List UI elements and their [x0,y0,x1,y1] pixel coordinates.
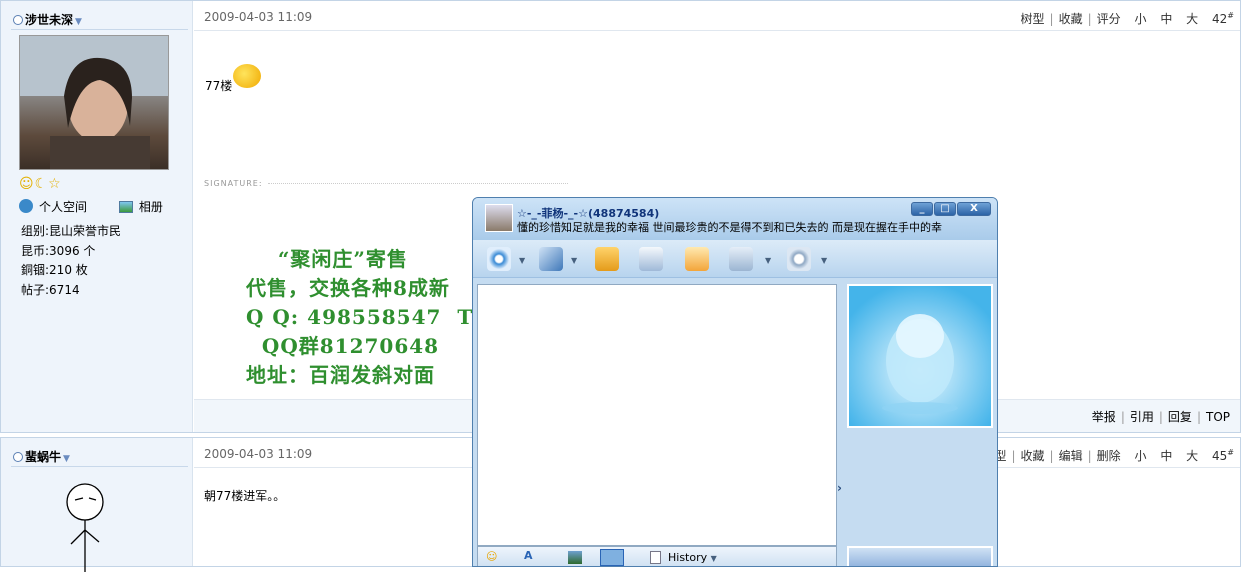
chevron-down-icon[interactable]: ▼ [571,256,577,265]
author-name[interactable]: 涉世未深 ▼ [13,11,82,28]
window-controls: _ □ X [910,200,991,216]
signature-divider [268,183,568,184]
signature-text: “聚闲庄”寄售 代售，交换各种8成新 Q Q: 498558547 TE QQ群81… [246,247,490,387]
rate-link[interactable]: 评分 [1097,12,1121,26]
post-actions: 举报 | 引用 | 回复 | TOP [1091,410,1230,424]
image-icon[interactable] [568,551,582,564]
font-small[interactable]: 小 [1134,449,1146,463]
mail-icon[interactable] [639,247,663,271]
floor-number: 42# [1212,11,1234,26]
divider [11,466,188,467]
chevron-down-icon[interactable]: ▼ [63,454,70,464]
chevron-down-icon[interactable]: ▼ [765,256,771,265]
tree-view-link[interactable]: 树型 [1021,12,1045,26]
author-name[interactable]: 蜚蜗牛 ▼ [13,448,70,465]
message-history-area[interactable] [477,284,837,546]
font-large[interactable]: 大 [1186,449,1198,463]
post-date: 2009-04-03 11:09 [204,10,313,24]
window-titlebar[interactable]: ☆-_-菲杨-_-☆(48874584) 懂的珍惜知足就是我的幸福 世间最珍贵的… [473,198,997,240]
top-link[interactable]: TOP [1206,410,1230,424]
medal-icons: ☺☾☆ [19,176,62,192]
online-status-icon [13,15,23,25]
delete-link[interactable]: 删除 [1097,449,1121,463]
report-link[interactable]: 举报 [1092,410,1116,424]
post-content: 77楼 [205,64,262,94]
author-sidebar: 涉世未深 ▼ ☺☾☆ 个人空间 相册 组别:昆山荣誉市民 昆币:3096 个 銅锢… [1,1,193,432]
apps-icon[interactable] [729,247,753,271]
space-icon [19,199,33,213]
post-tools: 树型|收藏|编辑|删除 小 中 大 45# [982,447,1234,464]
post-content: 朝77楼进军。。 [204,489,286,503]
online-status-icon [13,452,23,462]
qq-chat-window[interactable]: ☆-_-菲杨-_-☆(48874584) 懂的珍惜知足就是我的幸福 世间最珍贵的… [472,197,998,567]
stat-posts: 帖子:6714 [21,282,80,297]
favorite-link[interactable]: 收藏 [1021,449,1045,463]
maximize-button[interactable]: □ [934,202,956,216]
font-large[interactable]: 大 [1186,12,1198,26]
author-sidebar: 蜚蜗牛 ▼ [1,438,193,572]
font-icon[interactable]: A [524,549,533,562]
webcam-icon[interactable] [487,247,511,271]
microphone-icon[interactable] [539,247,563,271]
author-stats: 组别:昆山荣誉市民 昆币:3096 个 銅锢:210 枚 帖子:6714 [21,222,121,300]
screenshot-icon[interactable] [600,549,624,566]
font-small[interactable]: 小 [1134,12,1146,26]
folder-icon[interactable] [595,247,619,271]
favorite-link[interactable]: 收藏 [1059,12,1083,26]
chevron-down-icon[interactable]: ▼ [519,256,525,265]
stat-group: 组别:昆山荣誉市民 [21,224,122,238]
contact-show-image [847,284,993,428]
stat-coins: 昆币:3096 个 [21,243,96,258]
chat-bubble-icon[interactable] [685,247,709,271]
my-show-image [847,546,993,566]
avatar [19,35,169,170]
qq-penguin-icon [882,314,958,414]
album-link[interactable]: 相册 [118,200,177,214]
font-medium[interactable]: 中 [1160,449,1172,463]
history-icon [650,551,661,564]
quote-link[interactable]: 引用 [1130,410,1154,424]
post-date: 2009-04-03 11:09 [204,447,313,461]
font-medium[interactable]: 中 [1160,12,1172,26]
minimize-button[interactable]: _ [911,202,933,216]
floor-number: 45# [1212,448,1234,463]
reply-link[interactable]: 回复 [1168,410,1192,424]
smiley-icon [233,64,262,88]
input-toolbar: ☺ A History ▼ [477,546,837,566]
profile-links: 个人空间 相册 [19,198,191,215]
avatar-photo [20,36,168,169]
emoji-icon[interactable]: ☺ [486,550,497,563]
chevron-right-icon[interactable]: › [837,481,842,495]
post-header: 2009-04-03 11:09 树型 | 收藏 | 评分 小 中 大 42# [194,1,1240,31]
chevron-down-icon[interactable]: ▼ [821,256,827,265]
album-icon [118,201,133,213]
edit-link[interactable]: 编辑 [1059,449,1083,463]
avatar [66,483,104,572]
chat-toolbar: ▼ ▼ ▼ ▼ [473,240,997,278]
history-button[interactable]: History ▼ [668,551,717,564]
signature-label: SIGNATURE: [204,179,263,188]
stat-copper: 銅锢:210 枚 [21,263,88,277]
settings-gear-icon[interactable] [787,247,811,271]
contact-avatar[interactable] [485,204,513,232]
contact-status-message: 懂的珍惜知足就是我的幸福 世间最珍贵的不是得不到和已失去的 而是现在握在手中的幸 [517,221,942,234]
divider [11,29,188,30]
personal-space-link[interactable]: 个人空间 [19,199,101,214]
post-tools: 树型 | 收藏 | 评分 小 中 大 42# [1020,11,1234,26]
chevron-down-icon[interactable]: ▼ [75,17,82,27]
close-button[interactable]: X [957,202,991,216]
